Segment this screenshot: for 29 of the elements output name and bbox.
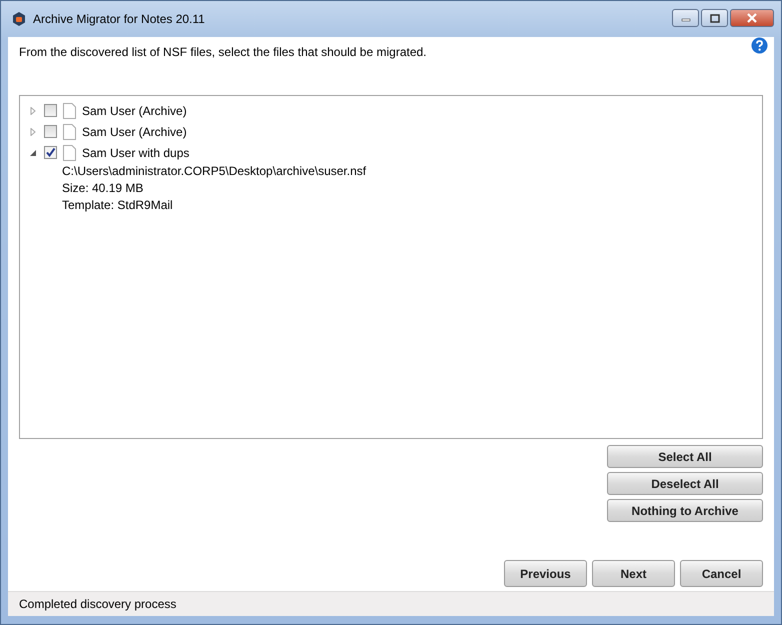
tree-item-label[interactable]: Sam User (Archive)	[82, 124, 187, 138]
maximize-icon	[710, 14, 720, 22]
document-icon	[63, 102, 76, 118]
action-button[interactable]: Deselect All	[607, 472, 763, 495]
instruction-text: From the discovered list of NSF files, select the files that should be migrated.	[19, 45, 428, 59]
help-icon[interactable]	[751, 36, 768, 54]
status-text: Completed discovery process	[19, 597, 176, 611]
tree-item-label[interactable]: Sam User (Archive)	[82, 104, 187, 118]
action-button[interactable]: Select All	[607, 445, 763, 468]
action-button[interactable]: Nothing to Archive	[607, 499, 763, 522]
checkbox[interactable]	[44, 146, 57, 159]
file-detail-text: C:\Users\administrator.CORP5\Desktop\archive\suser.nsf	[61, 163, 368, 180]
nav-button[interactable]: Next	[592, 560, 675, 587]
nav-button[interactable]: Previous	[504, 560, 587, 587]
file-detail-text: Template: StdR9Mail	[61, 197, 174, 214]
tree-item-label[interactable]: Sam User with dups	[82, 146, 190, 160]
checkbox[interactable]	[44, 104, 57, 117]
checkbox[interactable]	[44, 125, 57, 138]
maximize-button[interactable]	[701, 9, 728, 27]
document-icon	[63, 124, 76, 140]
close-button[interactable]	[730, 9, 774, 27]
window-title: Archive Migrator for Notes 20.11	[33, 12, 205, 26]
close-icon	[746, 13, 758, 23]
document-icon	[63, 144, 76, 160]
nav-button[interactable]: Cancel	[680, 560, 763, 587]
collapse-arrow-icon[interactable]	[30, 148, 37, 156]
app-logo-icon	[11, 11, 27, 27]
file-detail-text: Size: 40.19 MB	[61, 180, 144, 197]
minimize-button[interactable]	[672, 9, 699, 27]
